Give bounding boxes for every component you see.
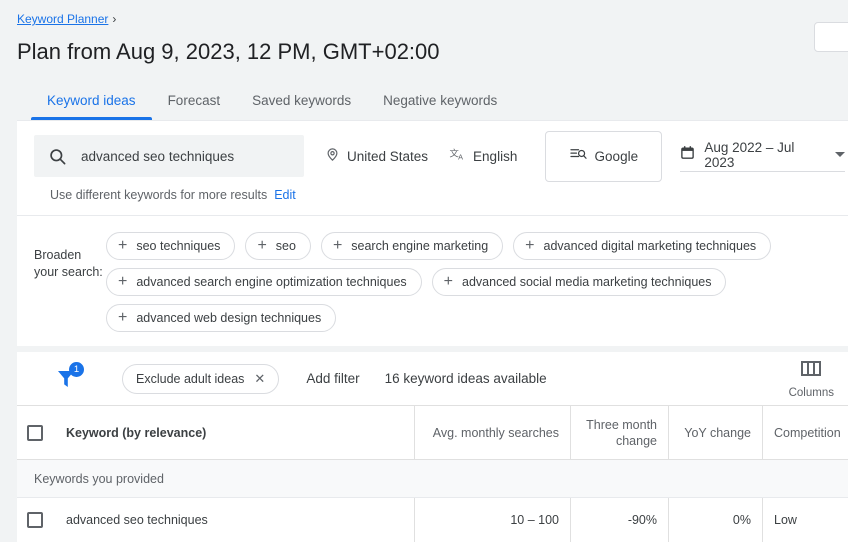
columns-label: Columns [788, 387, 834, 399]
cell-three-month-change: -90% [570, 498, 668, 542]
filter-count-badge: 1 [69, 361, 84, 377]
search-row: advanced seo techniques United States 文 … [17, 121, 848, 182]
cell-yoy-change: 0% [668, 498, 762, 542]
cell-keyword-label: advanced seo techniques [66, 513, 208, 527]
active-filter-label: Exclude adult ideas [136, 371, 245, 386]
breadcrumb: Keyword Planner › [17, 10, 848, 28]
search-hint: Use different keywords for more results … [17, 178, 848, 215]
cell-avg-monthly-searches: 10 – 100 [414, 498, 570, 542]
broaden-chip[interactable]: + seo techniques [106, 232, 236, 260]
cell-yoy-change-value: 0% [732, 513, 751, 527]
broaden-chip[interactable]: + advanced web design techniques [106, 304, 337, 332]
plus-icon: + [118, 309, 128, 326]
tab-bar: Keyword ideas Forecast Saved keywords Ne… [0, 78, 848, 120]
header-yoy-change[interactable]: YoY change [668, 406, 762, 459]
filter-toolbar: 1 Exclude adult ideas ✕ Add filter 16 ke… [17, 352, 848, 405]
header-keyword: Keyword (by relevance) [17, 406, 414, 459]
page-title: Plan from Aug 9, 2023, 12 PM, GMT+02:00 [17, 39, 440, 64]
plus-icon: + [257, 237, 267, 254]
search-icon [48, 147, 67, 166]
page-header: Keyword Planner › Plan from Aug 9, 2023,… [0, 0, 848, 66]
cell-avg-monthly-searches-value: 10 – 100 [510, 513, 559, 527]
broaden-chip[interactable]: + advanced search engine optimization te… [106, 268, 422, 296]
search-network-icon [569, 147, 587, 165]
top-right-button[interactable] [814, 22, 848, 52]
header-avg-monthly-searches[interactable]: Avg. monthly searches [414, 406, 570, 459]
plus-icon: + [332, 237, 343, 254]
location-pin-icon [325, 147, 340, 165]
filter-funnel-icon[interactable]: 1 [54, 361, 84, 391]
location-label: United States [347, 148, 429, 164]
chevron-right-icon: › [112, 12, 117, 26]
header-three-month-change[interactable]: Three month change [570, 406, 668, 459]
cell-keyword: advanced seo techniques [17, 498, 414, 542]
broaden-chip-label: advanced search engine optimization tech… [136, 275, 407, 289]
add-filter-button[interactable]: Add filter [306, 371, 359, 386]
breadcrumb-link-keyword-planner[interactable]: Keyword Planner [17, 12, 108, 26]
keyword-ideas-available-label: 16 keyword ideas available [384, 371, 547, 386]
plus-icon: + [118, 273, 128, 290]
table-section-label: Keywords you provided [34, 471, 164, 486]
header-yoy-change-label: YoY change [684, 425, 751, 440]
search-card: advanced seo techniques United States 文 … [17, 120, 848, 346]
header-three-month-change-label: Three month change [586, 417, 657, 448]
tab-saved-keywords[interactable]: Saved keywords [236, 93, 367, 120]
cell-three-month-change-value: -90% [627, 513, 657, 527]
date-range-selector[interactable]: Aug 2022 – Jul 2023 [680, 139, 846, 172]
header-competition[interactable]: Competition [762, 406, 848, 459]
date-range-label: Aug 2022 – Jul 2023 [704, 139, 795, 170]
cell-competition-value: Low [774, 513, 797, 527]
header-keyword-label: Keyword (by relevance) [66, 425, 207, 440]
table-section-header: Keywords you provided [17, 460, 848, 498]
row-checkbox[interactable] [27, 512, 43, 528]
language-label: English [473, 148, 518, 164]
table-row[interactable]: advanced seo techniques 10 – 100 -90% 0%… [17, 498, 848, 542]
results-card: 1 Exclude adult ideas ✕ Add filter 16 ke… [17, 352, 848, 542]
columns-button[interactable]: Columns [789, 360, 834, 399]
svg-text:A: A [458, 152, 463, 161]
search-input-value: advanced seo techniques [81, 148, 235, 164]
plus-icon: + [118, 237, 128, 254]
network-selector[interactable]: Google [545, 130, 663, 182]
broaden-chip-label: search engine marketing [351, 239, 489, 253]
tab-negative-keywords[interactable]: Negative keywords [367, 93, 513, 120]
broaden-chip[interactable]: + advanced digital marketing techniques [513, 232, 772, 260]
tab-keyword-ideas[interactable]: Keyword ideas [31, 93, 152, 120]
header-avg-monthly-searches-label: Avg. monthly searches [432, 425, 559, 440]
close-icon[interactable]: ✕ [254, 372, 265, 385]
broaden-search-section: Broaden your search: + seo techniques + … [17, 215, 848, 346]
active-filter-chip[interactable]: Exclude adult ideas ✕ [122, 363, 280, 394]
header-competition-label: Competition [774, 425, 841, 440]
tab-forecast[interactable]: Forecast [152, 93, 237, 120]
broaden-chip-list: + seo techniques + seo + search engine m… [106, 230, 848, 332]
broaden-search-label: Broaden your search: [34, 248, 103, 279]
select-all-checkbox[interactable] [27, 424, 43, 441]
keyword-ideas-table: Keyword (by relevance) Avg. monthly sear… [17, 405, 848, 542]
calendar-icon [680, 145, 695, 165]
chevron-down-icon [835, 152, 846, 157]
network-label: Google [594, 148, 639, 164]
search-hint-text: Use different keywords for more results [50, 188, 268, 202]
plus-icon: + [443, 273, 454, 290]
broaden-chip[interactable]: + search engine marketing [320, 232, 504, 260]
broaden-chip-label: seo [275, 239, 296, 253]
translate-icon: 文 A [449, 147, 466, 166]
table-header-row: Keyword (by relevance) Avg. monthly sear… [17, 405, 848, 460]
cell-competition: Low [762, 498, 848, 542]
language-selector[interactable]: 文 A English [449, 147, 518, 166]
location-selector[interactable]: United States [325, 147, 428, 165]
broaden-chip[interactable]: + advanced social media marketing techni… [431, 268, 727, 296]
edit-keywords-link[interactable]: Edit [274, 188, 296, 202]
plus-icon: + [525, 237, 535, 254]
svg-text:文: 文 [450, 147, 459, 158]
columns-icon [801, 360, 822, 383]
broaden-chip[interactable]: + seo [245, 232, 311, 260]
keyword-search-input[interactable]: advanced seo techniques [34, 135, 304, 177]
broaden-chip-label: advanced digital marketing techniques [543, 239, 757, 253]
broaden-chip-label: advanced social media marketing techniqu… [462, 275, 712, 289]
broaden-chip-label: seo techniques [136, 239, 221, 253]
broaden-chip-label: advanced web design techniques [136, 311, 322, 325]
